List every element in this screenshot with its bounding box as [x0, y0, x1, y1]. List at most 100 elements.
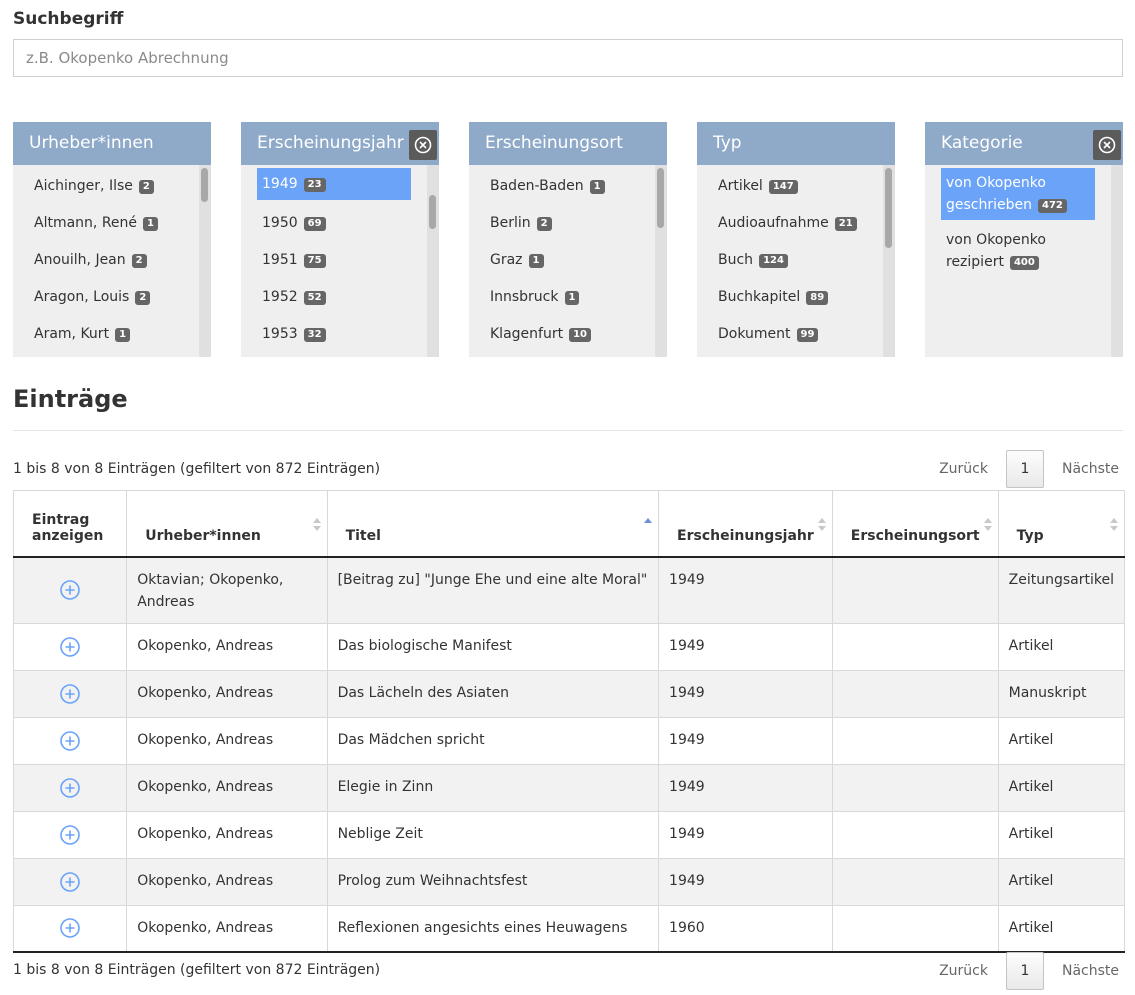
- facet-item[interactable]: Dokument 99: [713, 316, 883, 353]
- author-cell: Okopenko, Andreas: [126, 858, 328, 906]
- facet-item-selected[interactable]: 1949 23: [257, 168, 411, 200]
- facet-item[interactable]: Altmann, René 1: [29, 205, 199, 242]
- facet-item[interactable]: von Okopenko rezipiert 400: [941, 225, 1095, 277]
- scrollbar-thumb[interactable]: [657, 168, 664, 228]
- table-row: Okopenko, Andreas Prolog zum Weihnachtsf…: [13, 858, 1125, 906]
- scrollbar-thumb[interactable]: [429, 195, 436, 229]
- facet-list: Aichinger, Ilse 2 Altmann, René 1 Anouilh,…: [13, 165, 199, 357]
- facet-item[interactable]: Aram, Kurt 1: [29, 316, 199, 353]
- circle-plus-icon[interactable]: [59, 730, 81, 752]
- expand-cell: [13, 858, 128, 906]
- prev-page-link[interactable]: Zurück: [921, 963, 1006, 979]
- clear-filter-button[interactable]: [1093, 130, 1121, 160]
- type-cell: Artikel: [998, 905, 1125, 953]
- facet-header: Urheber*innen: [13, 122, 211, 165]
- year-cell: 1960: [658, 905, 833, 953]
- column-header-erscheinungsjahr[interactable]: Erscheinungsjahr: [658, 490, 833, 558]
- circle-plus-icon[interactable]: [59, 777, 81, 799]
- count-badge: 400: [1009, 256, 1039, 270]
- facet-item[interactable]: Aragon, Louis 2: [29, 279, 199, 316]
- facet-item-selected[interactable]: von Okopenko geschrieben 472: [941, 168, 1095, 220]
- facet-item[interactable]: 1951 75: [257, 242, 427, 279]
- next-page-link[interactable]: Nächste: [1044, 461, 1123, 477]
- prev-page-link[interactable]: Zurück: [921, 461, 1006, 477]
- facet-item-label: Artikel: [718, 178, 763, 194]
- facet-item-label: Anouilh, Jean: [34, 252, 126, 268]
- facet-item-label: Klagenfurt: [490, 326, 564, 342]
- table-info-top: 1 bis 8 von 8 Einträgen (gefiltert von 8…: [13, 461, 381, 477]
- place-cell: [832, 764, 999, 812]
- count-badge: 99: [796, 328, 819, 342]
- facet-scrollbar[interactable]: [655, 165, 667, 357]
- facet-item[interactable]: Klagenfurt 10: [485, 316, 655, 353]
- column-header-titel[interactable]: Titel: [327, 490, 660, 558]
- facet-scrollbar[interactable]: [1111, 165, 1123, 357]
- expand-cell: [13, 764, 128, 812]
- facet-item[interactable]: 1950 69: [257, 205, 427, 242]
- pagination-bottom: Zurück 1 Nächste: [921, 952, 1123, 990]
- facet-item[interactable]: 1952 52: [257, 279, 427, 316]
- circle-plus-icon[interactable]: [59, 636, 81, 658]
- table-body: Oktavian; Okopenko, Andreas [Beitrag zu]…: [13, 556, 1125, 953]
- facet-scrollbar[interactable]: [883, 165, 895, 357]
- column-header-urheber[interactable]: Urheber*innen: [126, 490, 328, 558]
- title-cell: Das Mädchen spricht: [327, 717, 660, 765]
- facet-item[interactable]: Berlin 2: [485, 205, 655, 242]
- table-header-row: Eintrag anzeigen Urheber*innen Titel Ers…: [13, 490, 1125, 558]
- facet-list: 1949 23 1950 69 1951 75 1952 52 1953 32: [241, 165, 427, 357]
- search-input[interactable]: [13, 39, 1123, 77]
- facet-item-label: Baden-Baden: [490, 178, 584, 194]
- facet-item[interactable]: Buchkapitel 89: [713, 279, 883, 316]
- facet-item-label: Aragon, Louis: [34, 289, 130, 305]
- facet-item[interactable]: Buch 124: [713, 242, 883, 279]
- table-row: Oktavian; Okopenko, Andreas [Beitrag zu]…: [13, 556, 1125, 624]
- facet-item[interactable]: Anouilh, Jean 2: [29, 242, 199, 279]
- expand-cell: [13, 905, 128, 953]
- title-cell: Das Lächeln des Asiaten: [327, 670, 660, 718]
- expand-cell: [13, 670, 128, 718]
- pagination-top: Zurück 1 Nächste: [921, 450, 1123, 488]
- facet-item[interactable]: Artikel 147: [713, 168, 883, 205]
- scrollbar-thumb[interactable]: [201, 168, 208, 202]
- column-header-typ[interactable]: Typ: [998, 490, 1125, 558]
- count-badge: 52: [303, 291, 326, 305]
- title-cell: Prolog zum Weihnachtsfest: [327, 858, 660, 906]
- column-header-erscheinungsort[interactable]: Erscheinungsort: [832, 490, 999, 558]
- type-cell: Zeitungsartikel: [998, 556, 1125, 624]
- facet-item-label: Innsbruck: [490, 289, 559, 305]
- circle-x-icon: [1098, 136, 1116, 154]
- title-cell: [Beitrag zu] "Junge Ehe und eine alte Mo…: [327, 556, 660, 624]
- facet-item[interactable]: Innsbruck 1: [485, 279, 655, 316]
- count-badge: 1: [589, 180, 605, 194]
- facet-item[interactable]: 1953 32: [257, 316, 427, 353]
- facet-item[interactable]: Audioaufnahme 21: [713, 205, 883, 242]
- circle-plus-icon[interactable]: [59, 917, 81, 939]
- year-cell: 1949: [658, 858, 833, 906]
- facet-item[interactable]: Baden-Baden 1: [485, 168, 655, 205]
- table-row: Okopenko, Andreas Das Mädchen spricht 19…: [13, 717, 1125, 765]
- next-page-link[interactable]: Nächste: [1044, 963, 1123, 979]
- count-badge: 1: [143, 217, 158, 231]
- page-1-button[interactable]: 1: [1005, 952, 1044, 990]
- facet-item-label: 1950: [262, 215, 298, 231]
- page-1-button[interactable]: 1: [1005, 450, 1044, 488]
- circle-plus-icon[interactable]: [59, 579, 81, 601]
- facet-scrollbar[interactable]: [427, 165, 439, 357]
- circle-plus-icon[interactable]: [59, 871, 81, 893]
- facet-item-label: Dokument: [718, 326, 791, 342]
- circle-plus-icon[interactable]: [59, 824, 81, 846]
- facet-scrollbar[interactable]: [199, 165, 211, 357]
- circle-plus-icon[interactable]: [59, 683, 81, 705]
- count-badge: 147: [768, 180, 798, 194]
- facet-item-label: Audioaufnahme: [718, 215, 829, 231]
- facet-list: von Okopenko geschrieben 472 von Okopenko…: [925, 165, 1111, 357]
- clear-filter-button[interactable]: [409, 130, 437, 160]
- type-cell: Manuskript: [998, 670, 1125, 718]
- year-cell: 1949: [658, 764, 833, 812]
- place-cell: [832, 811, 999, 859]
- facet-item[interactable]: Aichinger, Ilse 2: [29, 168, 199, 205]
- scrollbar-thumb[interactable]: [885, 168, 892, 248]
- year-cell: 1949: [658, 670, 833, 718]
- facet-urheber: Urheber*innen Aichinger, Ilse 2 Altmann, …: [13, 122, 211, 357]
- facet-item[interactable]: Graz 1: [485, 242, 655, 279]
